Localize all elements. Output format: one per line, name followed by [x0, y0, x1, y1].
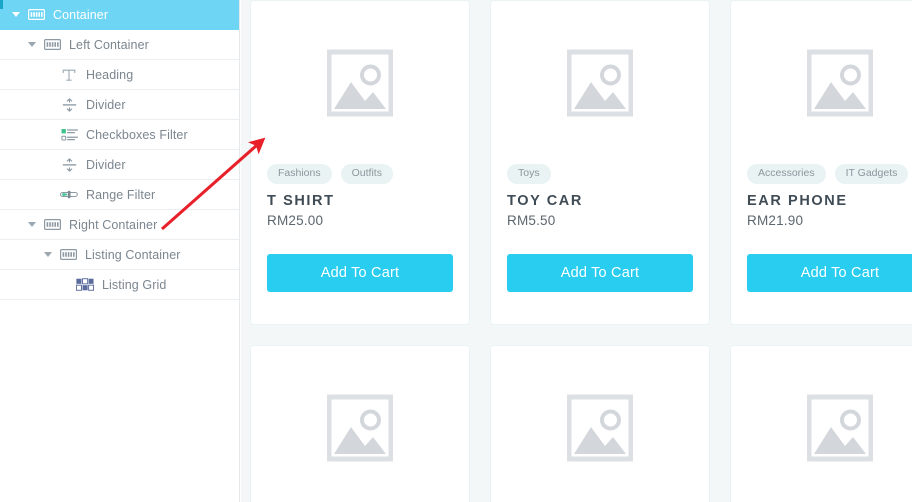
listing-grid: Fashions Outfits T SHIRT RM25.00 Add To Cart… — [250, 0, 912, 502]
product-card[interactable]: Fashions Outfits T SHIRT RM25.00 Add To Cart — [250, 0, 470, 325]
product-card[interactable] — [250, 345, 470, 502]
tree-item-listing-container[interactable]: Listing Container — [0, 240, 239, 270]
tree-item-divider[interactable]: Divider — [0, 150, 239, 180]
product-title: T SHIRT — [267, 192, 335, 209]
product-thumbnail — [731, 346, 912, 502]
tree-item-checkboxes-filter[interactable]: Checkboxes Filter — [0, 120, 239, 150]
product-tag[interactable]: Fashions — [267, 164, 332, 184]
tree-item-listing-grid[interactable]: Listing Grid — [0, 270, 239, 300]
product-tag[interactable]: Accessories — [747, 164, 826, 184]
tree-item-label: Divider — [86, 97, 126, 112]
container-icon — [43, 38, 61, 52]
tree-item-left-container[interactable]: Left Container — [0, 30, 239, 60]
product-info: Fashions Outfits T SHIRT RM25.00 — [251, 164, 469, 228]
product-tag-list: Fashions Outfits — [267, 164, 453, 184]
container-icon — [27, 8, 45, 22]
image-placeholder-icon — [807, 394, 873, 462]
tree-item-container[interactable]: Container — [0, 0, 239, 30]
container-icon — [43, 218, 61, 232]
navigator-panel: Container Left Container Heading Divider Che… — [0, 0, 240, 502]
product-tag-list: Accessories IT Gadgets — [747, 164, 912, 184]
image-placeholder-icon — [567, 394, 633, 462]
tree-item-label: Container — [53, 7, 109, 22]
image-placeholder-icon — [807, 49, 873, 117]
tree-item-label: Right Container — [69, 217, 158, 232]
selection-edge-marker — [0, 0, 3, 9]
product-card[interactable]: Accessories IT Gadgets EAR PHONE RM21.90 Add… — [730, 0, 912, 325]
product-card[interactable] — [730, 345, 912, 502]
checkboxes-filter-icon — [60, 128, 78, 142]
image-placeholder-icon — [327, 394, 393, 462]
container-icon — [59, 248, 77, 262]
add-to-cart-wrapper: Add To Cart — [491, 228, 709, 292]
heading-icon — [60, 68, 78, 82]
product-thumbnail — [251, 1, 469, 164]
product-thumbnail — [251, 346, 469, 502]
tree-item-range-filter[interactable]: Range Filter — [0, 180, 239, 210]
tree-item-label: Divider — [86, 157, 126, 172]
chevron-down-icon[interactable] — [44, 252, 52, 257]
product-tag-list: Toys — [507, 164, 693, 184]
add-to-cart-wrapper: Add To Cart — [251, 228, 469, 292]
product-thumbnail — [491, 1, 709, 164]
image-placeholder-icon — [567, 49, 633, 117]
chevron-down-icon[interactable] — [28, 42, 36, 47]
product-tag[interactable]: Outfits — [340, 164, 393, 184]
product-tag[interactable]: IT Gadgets — [834, 164, 909, 184]
chevron-down-icon[interactable] — [28, 222, 36, 227]
divider-icon — [60, 157, 78, 172]
product-price: RM21.90 — [747, 212, 804, 228]
product-thumbnail — [491, 346, 709, 502]
chevron-down-icon[interactable] — [12, 12, 20, 17]
range-filter-icon — [60, 188, 78, 202]
product-thumbnail — [731, 1, 912, 164]
add-to-cart-button[interactable]: Add To Cart — [267, 253, 453, 292]
product-price: RM5.50 — [507, 212, 556, 228]
tree-item-divider[interactable]: Divider — [0, 90, 239, 120]
canvas-preview: Fashions Outfits T SHIRT RM25.00 Add To Cart… — [241, 0, 912, 502]
add-to-cart-button[interactable]: Add To Cart — [507, 253, 693, 292]
tree-item-right-container[interactable]: Right Container — [0, 210, 239, 240]
divider-icon — [60, 97, 78, 112]
tree-item-heading[interactable]: Heading — [0, 60, 239, 90]
product-title: TOY CAR — [507, 192, 583, 209]
tree-item-label: Left Container — [69, 37, 149, 52]
element-tree: Container Left Container Heading Divider Che… — [0, 0, 239, 300]
editor-screen: Container Left Container Heading Divider Che… — [0, 0, 912, 502]
listing-grid-icon — [76, 278, 94, 292]
add-to-cart-wrapper: Add To Cart — [731, 228, 912, 292]
tree-item-label: Checkboxes Filter — [86, 127, 188, 142]
product-title: EAR PHONE — [747, 192, 848, 209]
add-to-cart-button[interactable]: Add To Cart — [747, 253, 912, 292]
product-card[interactable] — [490, 345, 710, 502]
tree-item-label: Listing Container — [85, 247, 181, 262]
tree-item-label: Listing Grid — [102, 277, 167, 292]
tree-item-label: Heading — [86, 67, 134, 82]
image-placeholder-icon — [327, 49, 393, 117]
product-info: Accessories IT Gadgets EAR PHONE RM21.90 — [731, 164, 912, 228]
product-info: Toys TOY CAR RM5.50 — [491, 164, 709, 228]
product-tag[interactable]: Toys — [507, 164, 551, 184]
product-card[interactable]: Toys TOY CAR RM5.50 Add To Cart — [490, 0, 710, 325]
product-price: RM25.00 — [267, 212, 324, 228]
tree-item-label: Range Filter — [86, 187, 156, 202]
